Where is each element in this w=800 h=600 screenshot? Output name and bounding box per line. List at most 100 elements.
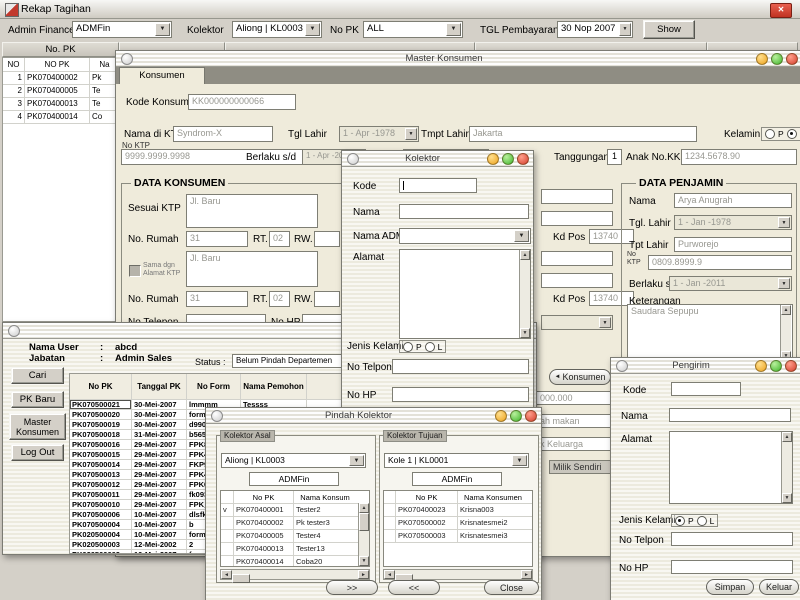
table-row[interactable]: PK070400002 Pk tester3 — [221, 517, 369, 530]
chevron-down-icon[interactable]: ▼ — [778, 217, 790, 228]
window-button-red[interactable] — [786, 53, 798, 65]
table-row[interactable]: 1 PK070400002 Pk — [3, 72, 119, 85]
window-button-green[interactable] — [771, 53, 783, 65]
radio-l[interactable] — [697, 516, 707, 526]
scroll-down-icon[interactable]: ▼ — [520, 328, 530, 338]
penjamin-tgl-select[interactable]: 1 - Jan -1978 ▼ — [674, 215, 792, 230]
tgl-lahir-select[interactable]: 1 - Apr -1978 ▼ — [339, 126, 419, 142]
konsumen-button[interactable]: ◄ Konsumen — [549, 369, 611, 385]
tujuan-table[interactable]: No PK Nama Konsumen PK070400023 Krisna00… — [383, 490, 533, 567]
asal-table-hscrollbar[interactable]: ◄ ► — [220, 569, 370, 580]
scroll-right-icon[interactable]: ► — [521, 570, 532, 579]
kode-field[interactable] — [671, 382, 741, 396]
simpan-button[interactable]: Simpan — [706, 579, 754, 595]
col-no-pk[interactable]: No PK — [70, 374, 132, 399]
penjamin-berlaku-select[interactable]: 1 - Jan -2011 ▼ — [669, 276, 792, 291]
pindah-titlebar[interactable]: Pindah Kolektor — [206, 408, 541, 424]
status-rumah-field[interactable]: k Keluarga — [536, 437, 612, 451]
window-button-red[interactable] — [517, 153, 529, 165]
kelurahan-field-2[interactable] — [541, 251, 613, 266]
col-nama-pemohon[interactable]: Nama Pemohon — [241, 374, 307, 399]
nama-adm-select[interactable]: ▼ — [399, 228, 531, 244]
col-tanggal-pk[interactable]: Tanggal PK — [132, 374, 187, 399]
pk-mini-table[interactable]: NO NO PK Na 1 PK070400002 Pk 2 PK0704000… — [2, 57, 120, 322]
tmpt-lahir-field[interactable]: Jakarta — [469, 126, 697, 142]
chevron-down-icon[interactable]: ▼ — [514, 230, 529, 242]
kode-konsumen-field[interactable]: KK000000000066 — [188, 94, 296, 110]
scroll-up-icon[interactable]: ▲ — [359, 503, 369, 513]
col-nama-konsumen[interactable]: Nama Konsumen — [458, 491, 528, 503]
no-hp-field[interactable] — [671, 560, 793, 574]
radio-p[interactable] — [403, 342, 413, 352]
col-header-no-pk[interactable]: No. PK — [2, 42, 119, 57]
table-row[interactable]: PK070500003 Krisnatesmei3 — [384, 530, 532, 543]
no-hp-field[interactable] — [392, 387, 529, 402]
radio-p[interactable] — [675, 516, 685, 526]
alamat-scrollbar[interactable]: ▲ ▼ — [781, 432, 792, 503]
log-out-button[interactable]: Log Out — [11, 444, 64, 461]
chevron-down-icon[interactable]: ▼ — [155, 23, 170, 36]
kelurahan-field[interactable] — [541, 189, 613, 204]
alamat-scrollbar[interactable]: ▲ ▼ — [519, 250, 530, 338]
window-button-yellow[interactable] — [755, 360, 767, 372]
scroll-down-icon[interactable]: ▼ — [359, 556, 369, 566]
window-button-red[interactable] — [785, 360, 797, 372]
tujuan-table-hscrollbar[interactable]: ◄ ► — [383, 569, 533, 580]
kolektor-asal-select[interactable]: Aliong | KL0003 ▼ — [221, 453, 366, 468]
scroll-up-icon[interactable]: ▲ — [782, 432, 792, 442]
table-row[interactable]: PK070400013 Tester13 — [221, 543, 369, 556]
col-no-pk[interactable]: No PK — [234, 491, 294, 503]
window-button-green[interactable] — [502, 153, 514, 165]
kolektor-titlebar[interactable]: Kolektor — [342, 151, 533, 167]
scroll-up-icon[interactable]: ▲ — [520, 250, 530, 260]
tgl-pembayaran-select[interactable]: 30 Nop 2007 ▼ — [557, 21, 633, 38]
radio-l[interactable] — [425, 342, 435, 352]
kecamatan-field[interactable] — [541, 211, 613, 226]
rw-field[interactable] — [314, 231, 340, 247]
col-nama-konsumen[interactable]: Nama Konsum — [294, 491, 356, 503]
penjamin-ktp-field[interactable]: 0809.8999.9 — [648, 255, 792, 270]
show-button[interactable]: Show — [643, 20, 695, 39]
close-button[interactable]: Close — [484, 580, 539, 595]
table-row[interactable]: PK070400005 Tester4 — [221, 530, 369, 543]
milik-sendiri-field[interactable]: Milik Sendiri — [549, 460, 612, 474]
no-pk-select[interactable]: ALL ▼ — [363, 21, 463, 38]
col-no-pk[interactable]: No PK — [396, 491, 458, 503]
alamat-field[interactable] — [399, 249, 531, 339]
keluar-button[interactable]: Keluar — [759, 579, 799, 595]
no-rumah-field-2[interactable]: 31 — [186, 291, 248, 307]
asal-table-vscrollbar[interactable]: ▲ ▼ — [358, 503, 369, 566]
asal-adm-field[interactable]: ADMFin — [249, 472, 339, 486]
status-rumah-select[interactable]: ▼ — [541, 315, 613, 330]
table-row[interactable]: 3 PK070400013 Te — [3, 98, 119, 111]
scroll-down-icon[interactable]: ▼ — [782, 493, 792, 503]
keterangan-scrollbar[interactable]: ▲ ▼ — [780, 305, 791, 361]
scroll-left-icon[interactable]: ◄ — [221, 570, 232, 579]
chevron-down-icon[interactable]: ▼ — [619, 23, 631, 36]
nama-field[interactable] — [669, 408, 791, 422]
move-left-button[interactable]: << — [388, 580, 440, 595]
cari-button[interactable]: Cari — [11, 367, 64, 384]
scroll-right-icon[interactable]: ► — [358, 570, 369, 579]
nama-ktp-field[interactable]: Syndrom-X — [173, 126, 273, 142]
table-row[interactable]: PK070500002 Krisnatesmei2 — [384, 517, 532, 530]
pekerjaan-field[interactable]: ah makan — [536, 414, 612, 428]
chevron-down-icon[interactable]: ▼ — [599, 317, 611, 328]
kolektor-tujuan-select[interactable]: Kole 1 | KL0001 ▼ — [384, 453, 529, 468]
close-icon[interactable]: ✕ — [770, 3, 792, 18]
penjamin-nama-field[interactable]: Arya Anugrah — [674, 193, 792, 208]
tujuan-adm-field[interactable]: ADMFin — [412, 472, 502, 486]
tab-konsumen[interactable]: Konsumen — [119, 67, 205, 84]
scroll-up-icon[interactable]: ▲ — [781, 305, 791, 315]
rw-field-2[interactable] — [314, 291, 340, 307]
tanggungan-field[interactable]: 1 — [607, 149, 622, 165]
window-button-red[interactable] — [525, 410, 537, 422]
window-button-yellow[interactable] — [495, 410, 507, 422]
kecamatan-field-2[interactable] — [541, 273, 613, 288]
admin-finance-select[interactable]: ADMFin ▼ — [72, 21, 172, 38]
chevron-down-icon[interactable]: ▼ — [405, 128, 417, 140]
master-konsumen-button[interactable]: Master Konsumen — [9, 413, 66, 440]
pengirim-titlebar[interactable]: Pengirim — [611, 358, 800, 374]
nama-field[interactable] — [399, 204, 529, 219]
window-button-yellow[interactable] — [756, 53, 768, 65]
